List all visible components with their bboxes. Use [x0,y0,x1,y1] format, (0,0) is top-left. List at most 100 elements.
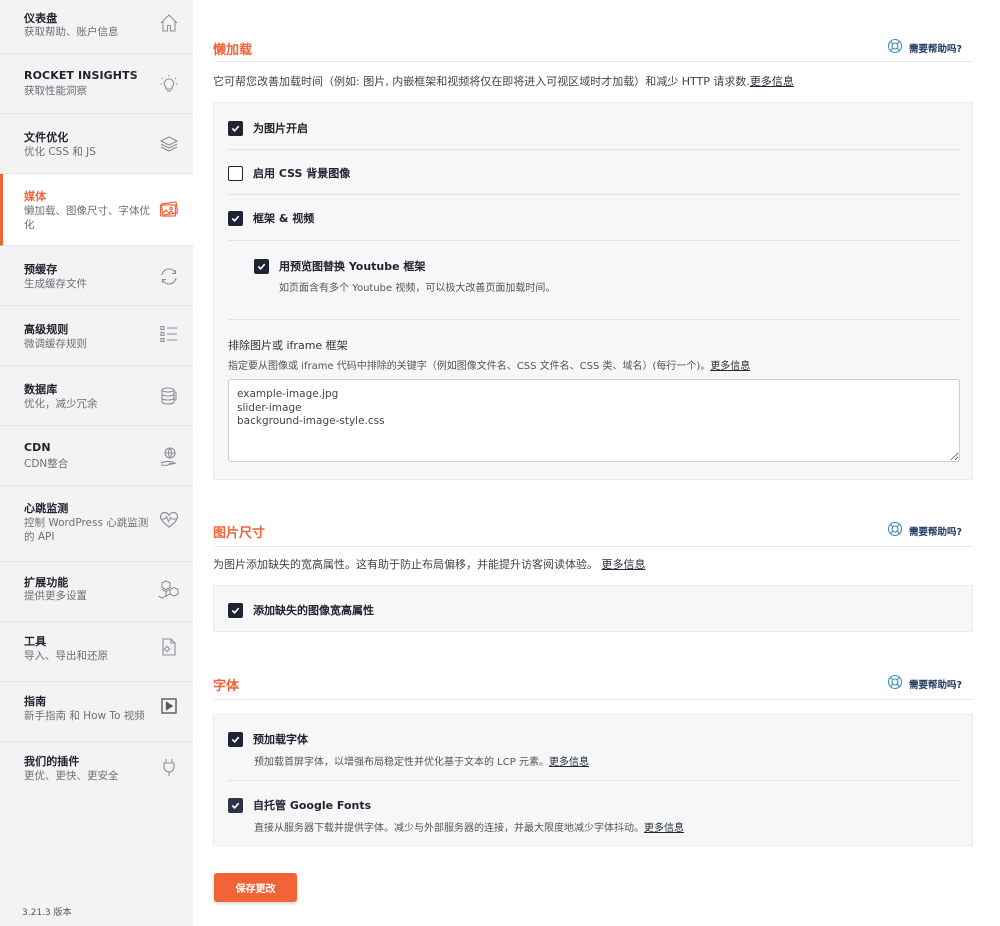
sidebar-item-title: 心跳监测 [24,502,69,515]
add-dimensions-option[interactable]: 添加缺失的图像宽高属性 [228,602,374,618]
more-info-link[interactable]: 更多信息 [710,361,750,372]
more-info-link[interactable]: 更多信息 [750,75,794,88]
sidebar-item-advanced-rules[interactable]: 高级规则 微调缓存规则 [0,306,193,366]
sidebar-item-tools[interactable]: 工具 导入、导出和还原 [0,622,193,682]
description-text: 为图片添加缺失的宽高属性。这有助于防止布局偏移，并能提升访客阅读体验。 [213,558,598,571]
sidebar-item-title: CDN [24,441,51,454]
option-label: 预加载字体 [253,733,308,746]
lazyload-images-option[interactable]: 为图片开启 [228,120,308,136]
exclude-keywords-textarea[interactable]: example-image.jpg slider-image backgroun… [228,379,960,462]
sidebar-item-title: 预缓存 [24,263,58,276]
help-link[interactable]: 需要帮助吗? [887,521,962,540]
description-text: 指定要从图像或 iframe 代码中排除的关键字（例如图像文件名、CSS 文件名… [228,361,711,372]
lifebuoy-icon [887,674,903,693]
sidebar-item-subtitle: 导入、导出和还原 [24,650,108,662]
option-description: 如页面含有多个 Youtube 视频，可以极大改善页面加载时间。 [279,283,556,294]
play-icon [158,695,180,717]
sidebar-item-heartbeat[interactable]: 心跳监测 控制 WordPress 心跳监测的 API [0,486,193,562]
sidebar-item-subtitle: 获取性能洞察 [24,85,87,97]
preload-fonts-option[interactable]: 预加载字体 [228,731,308,747]
lifebuoy-icon [887,521,903,540]
help-link[interactable]: 需要帮助吗? [887,674,962,693]
sidebar-item-preload[interactable]: 预缓存 生成缓存文件 [0,246,193,306]
youtube-preview-checkbox[interactable] [254,258,269,274]
cubes-icon [158,578,180,600]
sidebar-item-subtitle: 懒加载、图像尺寸、字体优化 [24,205,150,231]
help-link[interactable]: 需要帮助吗? [887,38,962,57]
sidebar-item-media[interactable]: 媒体 懒加载、图像尺寸、字体优化 [0,174,193,246]
preload-fonts-checkbox[interactable] [228,731,243,747]
save-changes-button[interactable]: 保存更改 [214,873,297,902]
option-label: 添加缺失的图像宽高属性 [253,604,374,617]
youtube-preview-option[interactable]: 用预览图替换 Youtube 框架 [254,258,425,274]
sidebar-item-database[interactable]: 数据库 优化，减少冗余 [0,366,193,426]
sidebar-item-title: 扩展功能 [24,576,69,589]
sidebar-item-dashboard[interactable]: 仪表盘 获取帮助、账户信息 [0,0,193,54]
lazyload-images-checkbox[interactable] [228,120,243,136]
description-text: 它可帮您改善加载时间（例如: 图片, 内嵌框架和视频将仅在即将进入可视区域时才加… [213,75,750,88]
option-label: 自托管 Google Fonts [253,799,372,812]
sidebar-item-title: 我们的插件 [24,755,80,768]
home-icon [158,12,180,34]
help-label: 需要帮助吗? [908,526,962,538]
lazyload-css-bg-option[interactable]: 启用 CSS 背景图像 [228,165,350,181]
exclude-field-label: 排除图片或 iframe 框架 [228,339,348,352]
sidebar-item-cdn[interactable]: CDN CDN整合 [0,426,193,486]
check-icon [231,607,240,614]
option-divider [228,149,960,150]
exclude-field-description: 指定要从图像或 iframe 代码中排除的关键字（例如图像文件名、CSS 文件名… [228,357,750,372]
image-dimensions-panel: 添加缺失的图像宽高属性 [213,585,973,632]
sidebar-item-file-optimization[interactable]: 文件优化 优化 CSS 和 JS [0,114,193,174]
option-divider [228,780,960,781]
option-description: 直接从服务器下载并提供字体。减少与外部服务器的连接，并最大限度地减少字体抖动。更… [254,819,684,834]
section-description: 它可帮您改善加载时间（例如: 图片, 内嵌框架和视频将仅在即将进入可视区域时才加… [213,73,794,89]
sidebar-item-subtitle: 优化 CSS 和 JS [24,146,96,158]
check-icon [231,802,240,809]
sidebar-item-addons[interactable]: 扩展功能 提供更多设置 [0,562,193,622]
main-content: 懒加载 需要帮助吗? 它可帮您改善加载时间（例如: 图片, 内嵌框架和视频将仅在… [193,0,1000,926]
lazyload-iframes-option[interactable]: 框架 & 视频 [228,210,314,226]
sidebar-item-title: 数据库 [24,383,58,396]
list-icon [158,323,180,345]
option-divider [228,194,960,195]
sidebar-item-our-plugins[interactable]: 我们的插件 更优、更快、更安全 [0,742,193,798]
lazyload-css-bg-checkbox[interactable] [228,165,243,181]
section-title-image-dimensions: 图片尺寸 [213,526,266,541]
sidebar-item-subtitle: CDN整合 [24,458,69,470]
sidebar: 仪表盘 获取帮助、账户信息 ROCKET INSIGHTS 获取性能洞察 文件优… [0,0,193,926]
add-dimensions-checkbox[interactable] [228,602,243,618]
check-icon [231,736,240,743]
section-divider [213,546,973,547]
lifebuoy-icon [887,38,903,57]
more-info-link[interactable]: 更多信息 [549,757,589,768]
file-gear-icon [158,636,180,658]
sidebar-item-title: 文件优化 [24,131,69,144]
database-icon [158,385,180,407]
sidebar-item-subtitle: 控制 WordPress 心跳监测的 API [24,517,149,543]
sidebar-item-title: 指南 [24,695,47,708]
sidebar-item-tutorials[interactable]: 指南 新手指南 和 How To 视频 [0,682,193,742]
lazyload-iframes-checkbox[interactable] [228,210,243,226]
section-title-fonts: 字体 [213,679,240,694]
more-info-link[interactable]: 更多信息 [602,558,646,571]
lazyload-options-panel: 为图片开启 启用 CSS 背景图像 框架 & 视频 用预览图替换 Youtube… [213,102,973,480]
check-icon [231,125,240,132]
sidebar-item-rocket-insights[interactable]: ROCKET INSIGHTS 获取性能洞察 [0,54,193,114]
sidebar-item-subtitle: 更优、更快、更安全 [24,770,119,782]
check-icon [257,263,266,270]
self-host-google-fonts-checkbox[interactable] [228,797,243,813]
section-divider [213,61,973,62]
option-divider [228,240,960,241]
fonts-panel: 预加载字体 预加载首屏字体，以增强布局稳定性并优化基于文本的 LCP 元素。更多… [213,714,973,846]
plug-icon [158,756,180,778]
globe-hand-icon [158,445,180,467]
sidebar-item-title: 工具 [24,635,47,648]
self-host-google-fonts-option[interactable]: 自托管 Google Fonts [228,797,371,813]
option-label: 框架 & 视频 [253,212,315,225]
sidebar-item-subtitle: 微调缓存规则 [24,338,87,350]
sidebar-item-subtitle: 优化，减少冗余 [24,398,98,410]
option-label: 为图片开启 [253,122,308,135]
more-info-link[interactable]: 更多信息 [644,823,684,834]
description-text: 直接从服务器下载并提供字体。减少与外部服务器的连接，并最大限度地减少字体抖动。 [254,823,644,834]
heartbeat-icon [158,509,180,531]
